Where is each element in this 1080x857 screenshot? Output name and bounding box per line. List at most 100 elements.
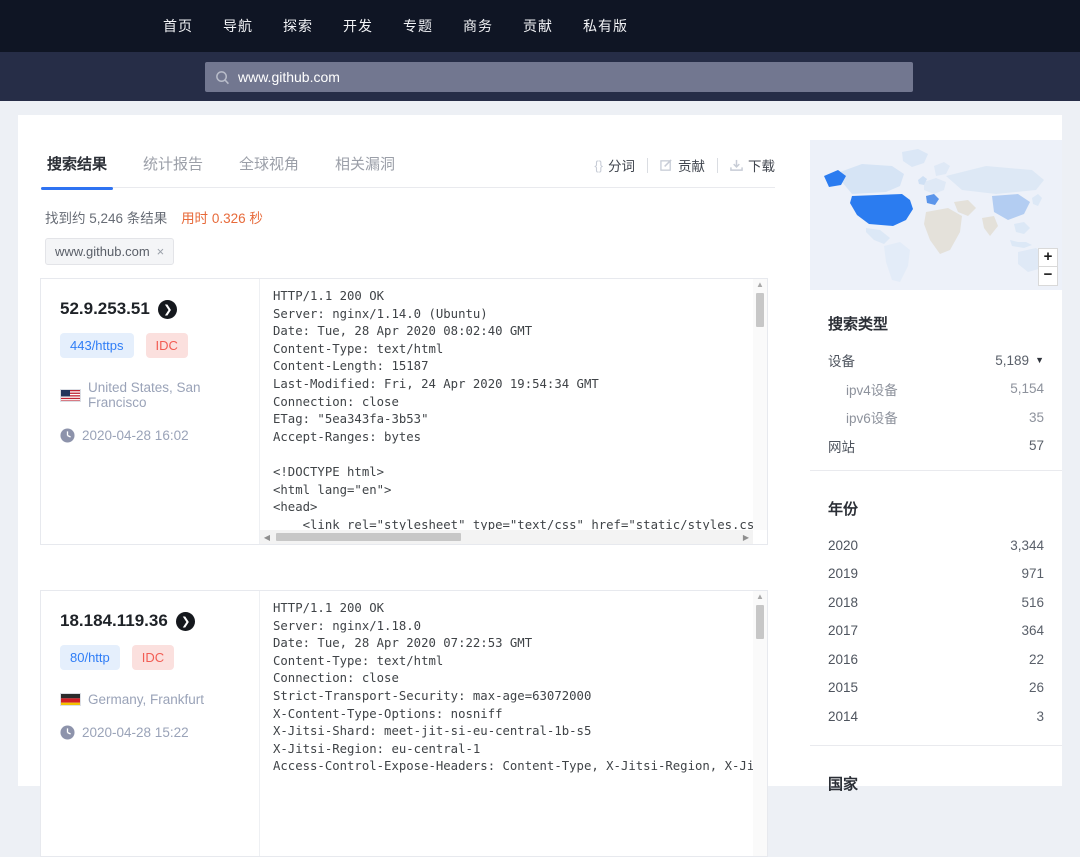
map-zoom-in-button[interactable]: +	[1038, 248, 1058, 267]
chip-close-icon[interactable]: ×	[157, 244, 165, 259]
nav-item-contribute[interactable]: 贡献	[523, 16, 553, 36]
us-flag-icon	[60, 389, 81, 402]
facet-row-2020[interactable]: 2020 3,344	[828, 531, 1044, 560]
result-location[interactable]: United States, San Francisco	[88, 380, 245, 410]
segment-words-button[interactable]: {} 分词	[582, 155, 647, 175]
facet-row-websites[interactable]: 网站 57	[828, 432, 1044, 461]
country-title: 国家	[828, 773, 1044, 794]
vertical-scrollbar[interactable]: ▲	[753, 279, 767, 530]
port-tag[interactable]: 80/http	[60, 645, 120, 670]
divider	[810, 470, 1062, 471]
search-input[interactable]	[238, 69, 903, 85]
scroll-right-icon[interactable]: ▶	[739, 533, 753, 542]
facet-value: 5,154	[1010, 381, 1044, 396]
facet-value: 971	[1021, 566, 1044, 581]
facet-row-2019[interactable]: 2019 971	[828, 560, 1044, 589]
nav-item-home[interactable]: 首页	[163, 16, 193, 36]
download-button[interactable]: 下载	[718, 155, 775, 175]
result-timestamp: 2020-04-28 16:02	[82, 428, 189, 443]
facet-value: 26	[1029, 680, 1044, 695]
port-tag[interactable]: 443/https	[60, 333, 134, 358]
tab-statistics-report[interactable]: 统计报告	[141, 145, 205, 188]
search-type-section: 搜索类型 设备 5,189 ▼ ipv4设备 5,154 ipv6设备 35 网…	[828, 313, 1044, 460]
braces-icon: {}	[594, 158, 603, 173]
open-detail-arrow-icon[interactable]: ❯	[176, 612, 195, 631]
facet-label: ipv6设备	[828, 407, 1029, 427]
vertical-scrollbar[interactable]: ▲	[753, 591, 767, 856]
tab-actions: {} 分词 贡献 下载	[582, 145, 775, 175]
facet-value: 516	[1021, 595, 1044, 610]
result-ip[interactable]: 18.184.119.36	[60, 611, 168, 631]
map-zoom-controls: + −	[1038, 248, 1058, 286]
facet-label: 2019	[828, 566, 1021, 581]
facet-value: 364	[1021, 623, 1044, 638]
nav-item-navigation[interactable]: 导航	[223, 16, 253, 36]
tab-related-vulnerabilities[interactable]: 相关漏洞	[333, 145, 397, 188]
facet-value: 3,344	[1010, 538, 1044, 553]
facet-label: 2017	[828, 623, 1021, 638]
segment-words-label: 分词	[608, 155, 635, 175]
http-response-text: HTTP/1.1 200 OK Server: nginx/1.14.0 (Ub…	[260, 279, 753, 530]
result-timestamp: 2020-04-28 15:22	[82, 725, 189, 740]
edit-icon	[660, 159, 673, 172]
scrollbar-thumb[interactable]	[756, 293, 764, 327]
clock-icon	[60, 725, 75, 740]
nav-item-private-edition[interactable]: 私有版	[583, 16, 628, 36]
facet-row-2015[interactable]: 2015 26	[828, 674, 1044, 703]
divider	[810, 745, 1062, 746]
scroll-up-icon[interactable]: ▲	[753, 279, 767, 291]
facet-row-2018[interactable]: 2018 516	[828, 588, 1044, 617]
scrollbar-thumb[interactable]	[276, 533, 461, 541]
result-ip[interactable]: 52.9.253.51	[60, 299, 150, 319]
filter-chip[interactable]: www.github.com ×	[45, 238, 174, 265]
nav-item-develop[interactable]: 开发	[343, 16, 373, 36]
facet-label: 设备	[828, 350, 995, 370]
results-time: 用时 0.326 秒	[181, 211, 263, 226]
scroll-left-icon[interactable]: ◀	[260, 533, 274, 542]
facet-label: 2014	[828, 709, 1036, 724]
facet-label: 2016	[828, 652, 1029, 667]
idc-tag[interactable]: IDC	[146, 333, 188, 358]
search-type-title: 搜索类型	[828, 313, 1044, 334]
map-zoom-out-button[interactable]: −	[1038, 267, 1058, 286]
world-map[interactable]: + −	[810, 140, 1062, 290]
results-count: 找到约 5,246 条结果	[45, 211, 167, 226]
open-detail-arrow-icon[interactable]: ❯	[158, 300, 177, 319]
download-label: 下载	[748, 155, 775, 175]
result-location[interactable]: Germany, Frankfurt	[88, 692, 204, 707]
facet-row-2017[interactable]: 2017 364	[828, 617, 1044, 646]
search-icon	[215, 70, 230, 85]
nav-item-topics[interactable]: 专题	[403, 16, 433, 36]
scrollbar-thumb[interactable]	[756, 605, 764, 639]
result-info: 52.9.253.51 ❯ 443/https IDC	[41, 279, 259, 544]
scroll-up-icon[interactable]: ▲	[753, 591, 767, 603]
result-card: 52.9.253.51 ❯ 443/https IDC	[40, 278, 768, 545]
facet-row-2014[interactable]: 2014 3	[828, 702, 1044, 731]
nav-item-explore[interactable]: 探索	[283, 16, 313, 36]
filter-chip-label: www.github.com	[55, 244, 150, 259]
response-panel: HTTP/1.1 200 OK Server: nginx/1.18.0 Dat…	[259, 591, 767, 856]
tab-global-view[interactable]: 全球视角	[237, 145, 301, 188]
search-box[interactable]	[205, 62, 913, 92]
idc-tag[interactable]: IDC	[132, 645, 174, 670]
results-meta: 找到约 5,246 条结果 用时 0.326 秒	[45, 207, 263, 227]
download-icon	[730, 159, 743, 172]
facet-row-ipv6-devices[interactable]: ipv6设备 35	[828, 403, 1044, 432]
result-card: 18.184.119.36 ❯ 80/http IDC Germany, Fra…	[40, 590, 768, 857]
world-map-graphic	[810, 140, 1062, 290]
chevron-down-icon[interactable]: ▼	[1035, 355, 1044, 365]
facet-row-devices[interactable]: 设备 5,189 ▼	[828, 346, 1044, 375]
horizontal-scrollbar[interactable]: ◀ ▶	[260, 530, 753, 544]
facet-row-ipv4-devices[interactable]: ipv4设备 5,154	[828, 375, 1044, 404]
year-title: 年份	[828, 498, 1044, 519]
facet-value: 3	[1036, 709, 1044, 724]
contribute-button[interactable]: 贡献	[648, 155, 717, 175]
facet-label: ipv4设备	[828, 379, 1010, 399]
nav-item-business[interactable]: 商务	[463, 16, 493, 36]
facet-value: 22	[1029, 652, 1044, 667]
facet-label: 2015	[828, 680, 1029, 695]
facet-row-2016[interactable]: 2016 22	[828, 645, 1044, 674]
facet-label: 网站	[828, 436, 1029, 456]
tab-search-results[interactable]: 搜索结果	[45, 145, 109, 188]
content-panel: 搜索结果 统计报告 全球视角 相关漏洞 {} 分词 贡献	[18, 115, 1062, 786]
